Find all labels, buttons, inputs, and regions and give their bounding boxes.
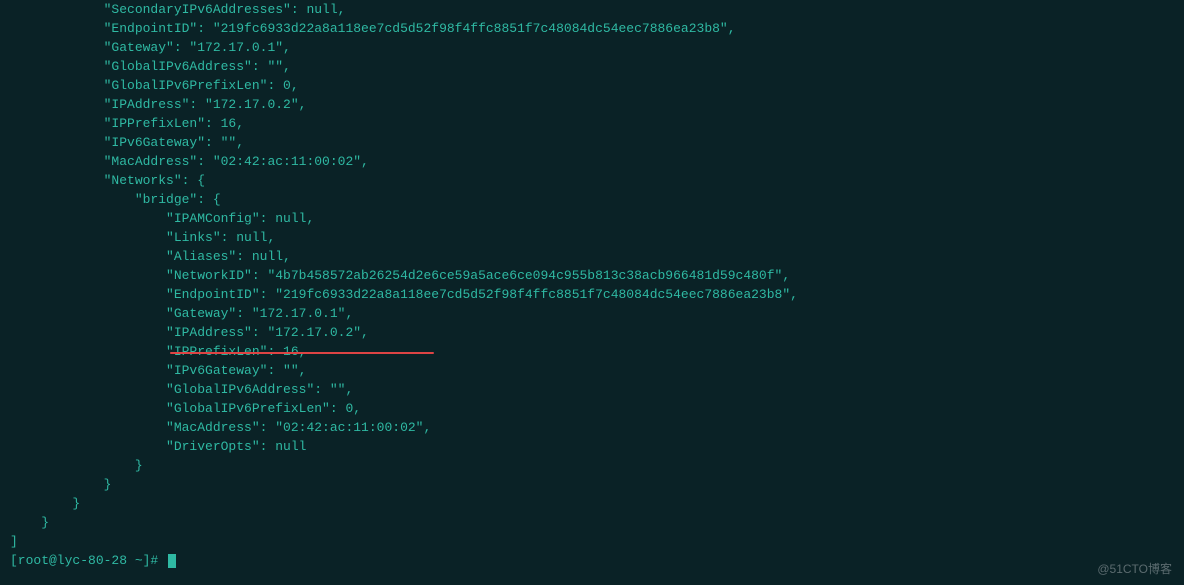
output-line: } <box>10 475 1174 494</box>
output-line: "SecondaryIPv6Addresses": null, <box>10 0 1174 19</box>
prompt-text: [root@lyc-80-28 ~]# <box>10 553 166 568</box>
output-line: "GlobalIPv6Address": "", <box>10 380 1174 399</box>
output-line: "EndpointID": "219fc6933d22a8a118ee7cd5d… <box>10 19 1174 38</box>
shell-prompt[interactable]: [root@lyc-80-28 ~]# <box>10 551 1174 570</box>
output-line: "GlobalIPv6PrefixLen": 0, <box>10 399 1174 418</box>
output-line: "GlobalIPv6PrefixLen": 0, <box>10 76 1174 95</box>
output-line: } <box>10 494 1174 513</box>
output-line: "IPPrefixLen": 16, <box>10 342 1174 361</box>
output-line: "Gateway": "172.17.0.1", <box>10 304 1174 323</box>
output-line: "IPv6Gateway": "", <box>10 361 1174 380</box>
output-line: "bridge": { <box>10 190 1174 209</box>
watermark: @51CTO博客 <box>1097 560 1172 579</box>
output-line: } <box>10 513 1174 532</box>
cursor <box>168 554 176 568</box>
output-line: ] <box>10 532 1174 551</box>
output-line: "Links": null, <box>10 228 1174 247</box>
output-line: "IPAddress": "172.17.0.2", <box>10 323 1174 342</box>
output-line: "EndpointID": "219fc6933d22a8a118ee7cd5d… <box>10 285 1174 304</box>
output-line: "IPPrefixLen": 16, <box>10 114 1174 133</box>
output-line: "MacAddress": "02:42:ac:11:00:02", <box>10 418 1174 437</box>
output-line: "IPv6Gateway": "", <box>10 133 1174 152</box>
output-line: } <box>10 456 1174 475</box>
output-line: "Networks": { <box>10 171 1174 190</box>
output-line: "GlobalIPv6Address": "", <box>10 57 1174 76</box>
output-line: "DriverOpts": null <box>10 437 1174 456</box>
terminal-output: "SecondaryIPv6Addresses": null, "Endpoin… <box>0 0 1184 570</box>
output-line: "Aliases": null, <box>10 247 1174 266</box>
output-line: "MacAddress": "02:42:ac:11:00:02", <box>10 152 1174 171</box>
output-line: "IPAddress": "172.17.0.2", <box>10 95 1174 114</box>
output-line: "NetworkID": "4b7b458572ab26254d2e6ce59a… <box>10 266 1174 285</box>
output-line: "Gateway": "172.17.0.1", <box>10 38 1174 57</box>
output-line: "IPAMConfig": null, <box>10 209 1174 228</box>
